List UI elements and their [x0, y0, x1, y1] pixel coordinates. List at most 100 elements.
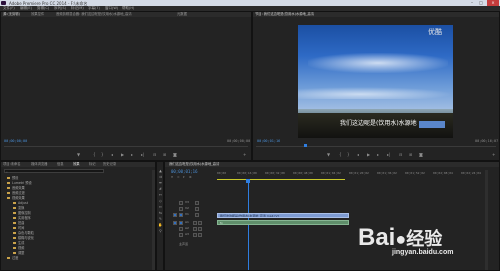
source-patch-a1[interactable] [173, 220, 177, 225]
track-target-toggle[interactable] [179, 220, 183, 225]
mute-icon[interactable] [193, 226, 197, 231]
add-marker-icon[interactable]: ▾ [183, 175, 185, 180]
go-to-out-icon[interactable]: ▸| [387, 152, 390, 157]
rolling-edit-tool-icon[interactable]: # [158, 187, 163, 191]
step-forward-icon[interactable]: ▸ [377, 152, 379, 157]
list-item[interactable]: 调整 [13, 251, 24, 255]
insert-icon[interactable]: ⊟ [153, 152, 156, 157]
go-to-in-icon[interactable]: } [347, 152, 350, 157]
list-item[interactable]: Lumetri 预设 [7, 181, 32, 185]
step-back-icon[interactable]: ◂ [357, 152, 359, 157]
razor-tool-icon[interactable]: ◇ [158, 199, 163, 203]
time-ruler[interactable]: 00;00 00;00;16;00 00;00;32;00 00;00;48;0… [217, 171, 499, 179]
tab-project[interactable]: 项目:未命名 [3, 162, 21, 167]
tab-markers[interactable]: 标记 [89, 162, 96, 167]
slide-tool-icon[interactable]: ⇆ [158, 211, 163, 215]
toggle-output-icon[interactable] [195, 212, 199, 217]
effects-scrollbar[interactable] [152, 170, 155, 270]
timeline-timecode[interactable]: 00;00;01;16 [171, 169, 198, 174]
effects-search-input[interactable]: ⌕ [4, 169, 104, 174]
program-timecode-current[interactable]: 00;00;01;16 [257, 139, 280, 143]
step-back-icon[interactable]: ◂ [111, 152, 113, 157]
mark-out-icon[interactable]: { [93, 152, 96, 157]
add-button-icon[interactable]: + [243, 152, 246, 157]
add-button-icon[interactable]: + [492, 152, 495, 157]
track-target-toggle[interactable] [179, 232, 183, 237]
go-to-in-icon[interactable]: } [101, 152, 104, 157]
export-frame-icon[interactable]: ◙ [173, 152, 177, 157]
tab-metadata[interactable]: 元数据 [177, 12, 187, 17]
settings-icon[interactable]: ⚙ [189, 175, 192, 180]
export-frame-icon[interactable]: ◙ [419, 152, 423, 157]
slip-tool-icon[interactable]: ⇔ [158, 205, 163, 209]
lift-icon[interactable]: ⊟ [399, 152, 402, 157]
track-select-tool-icon[interactable]: ⇉ [158, 175, 163, 179]
mark-out-icon[interactable]: { [339, 152, 342, 157]
list-item[interactable]: 杂色与颗粒 [13, 231, 34, 235]
video-clip[interactable]: 我们这边呢是(饮用水)水源地_高清 mp4 [V] [217, 213, 349, 218]
program-playhead[interactable] [304, 144, 307, 147]
snap-icon[interactable]: ⊓ [171, 175, 173, 180]
go-to-out-icon[interactable]: ▸| [141, 152, 144, 157]
toggle-output-icon[interactable] [195, 200, 199, 205]
linked-selection-icon[interactable]: ⊃ [177, 175, 180, 180]
list-item[interactable]: 扭曲 [13, 221, 24, 225]
play-icon[interactable]: ▶ [367, 152, 370, 157]
tab-sequence[interactable]: 我们这边呢是(饮用水)水源地_高清 [169, 162, 219, 167]
timeline-scrollbar[interactable] [485, 170, 488, 270]
pen-tool-icon[interactable]: ✎ [158, 217, 163, 221]
list-item[interactable]: Adjust [13, 201, 28, 205]
tab-effects[interactable]: 效果 [73, 162, 80, 167]
list-item[interactable]: 视频 [13, 246, 24, 250]
track-target-toggle[interactable] [179, 226, 183, 231]
source-scrubber[interactable] [4, 146, 248, 147]
track-target-toggle[interactable] [179, 206, 183, 211]
tab-info[interactable]: 信息 [57, 162, 64, 167]
mark-in-icon[interactable]: ▼ [327, 152, 330, 157]
tab-audio-clip-mixer[interactable]: 音频剪辑混合器: 我们这边呢是(饮用水)水源地_高清 [56, 12, 132, 17]
list-item[interactable]: 视频效果 [7, 196, 25, 200]
solo-icon[interactable] [198, 232, 202, 237]
tab-effect-controls[interactable]: 效果控件 [31, 12, 44, 17]
source-patch-v1[interactable] [173, 212, 177, 217]
list-item[interactable]: 生成 [13, 241, 24, 245]
list-item[interactable]: 音频效果 [7, 186, 25, 190]
list-item[interactable]: 时间 [13, 226, 24, 230]
list-item[interactable]: 预设 [7, 176, 18, 180]
extract-icon[interactable]: ⊞ [409, 152, 412, 157]
mark-in-icon[interactable]: ▼ [77, 152, 80, 157]
track-header-v2: V2 [165, 206, 213, 211]
folder-icon [7, 256, 10, 260]
list-item[interactable]: 变换 [13, 206, 24, 210]
tab-history[interactable]: 历史记录 [103, 162, 116, 167]
mute-icon[interactable] [193, 232, 197, 237]
work-area-bar[interactable] [217, 179, 345, 180]
zoom-tool-icon[interactable]: ⚲ [158, 229, 163, 233]
rate-stretch-tool-icon[interactable]: ↔ [158, 193, 163, 197]
solo-icon[interactable] [198, 226, 202, 231]
tab-media-browser[interactable]: 媒体浏览器 [31, 162, 47, 167]
tab-source[interactable]: 源:(无剪辑) [3, 12, 20, 17]
list-item[interactable]: 图像控制 [13, 211, 31, 215]
mute-icon[interactable] [193, 220, 197, 225]
program-scrubber[interactable] [256, 146, 496, 147]
list-item[interactable]: 过渡 [7, 256, 18, 260]
hand-tool-icon[interactable]: ✋ [158, 223, 163, 227]
solo-icon[interactable] [198, 220, 202, 225]
step-forward-icon[interactable]: ▸ [131, 152, 133, 157]
list-item[interactable]: 模糊与锐化 [13, 236, 34, 240]
source-timecode-current[interactable]: 00;00;00;00 [4, 139, 27, 143]
ripple-edit-tool-icon[interactable]: ⇹ [158, 181, 163, 185]
list-item[interactable]: 实用程序 [13, 216, 31, 220]
list-item[interactable]: 音频过渡 [7, 191, 25, 195]
track-target-toggle[interactable] [179, 212, 183, 217]
overwrite-icon[interactable]: ⊞ [163, 152, 166, 157]
tab-program[interactable]: 节目: 我们这边呢是(饮用水)水源地_高清 [255, 12, 314, 17]
program-video-frame[interactable]: 优酷 我们这边呢是(饮用水)水源地 [298, 25, 453, 138]
track-target-toggle[interactable] [179, 200, 183, 205]
track-label: A2 [185, 226, 189, 230]
audio-clip[interactable]: fx [217, 220, 349, 225]
play-icon[interactable]: ▶ [121, 152, 124, 157]
selection-tool-icon[interactable]: ▲ [158, 169, 163, 173]
toggle-output-icon[interactable] [195, 206, 199, 211]
